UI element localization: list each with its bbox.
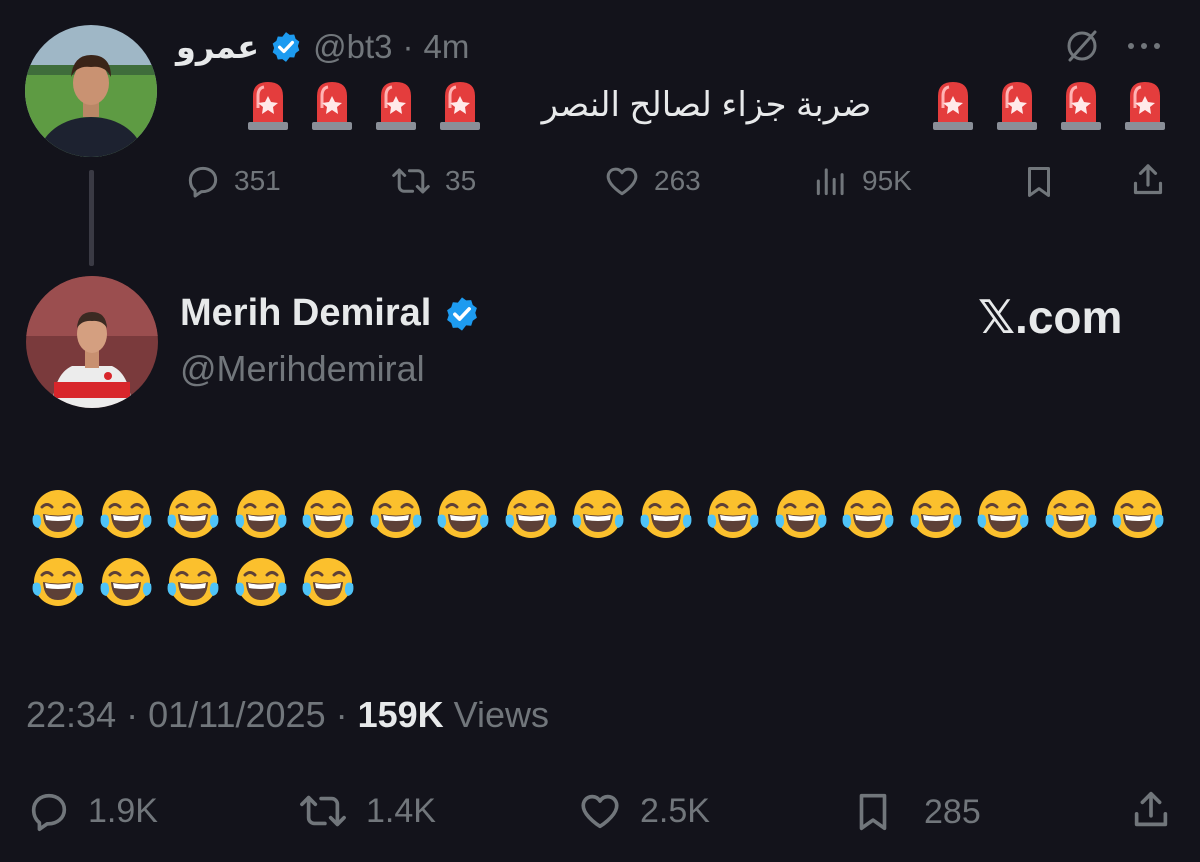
- face-with-tears-of-joy-emoji: [370, 490, 421, 538]
- reply-button[interactable]: 1.9K: [26, 788, 158, 834]
- author-handle[interactable]: @Merihdemiral: [180, 348, 425, 390]
- emoji-row-1: [30, 486, 1166, 542]
- separator-dot: ·: [402, 28, 414, 65]
- rotating-light-emoji: [440, 82, 480, 130]
- rotating-light-emoji: [996, 82, 1037, 130]
- tweet1-text: ضربة جزاء لصالح النصر: [541, 86, 872, 124]
- rotating-light-emoji: [932, 82, 973, 130]
- like-count: 263: [654, 165, 701, 196]
- bookmark-button[interactable]: 285: [850, 788, 981, 836]
- grok-icon[interactable]: [1062, 26, 1102, 66]
- thread-connector-line: [89, 170, 94, 266]
- like-button[interactable]: 2.5K: [576, 788, 710, 834]
- face-with-tears-of-joy-emoji: [910, 490, 961, 538]
- reply-icon: [188, 166, 218, 198]
- heart-icon: [606, 167, 638, 196]
- face-with-tears-of-joy-emoji: [842, 490, 894, 538]
- face-with-tears-of-joy-emoji: [100, 558, 151, 606]
- more-options-icon[interactable]: [1125, 36, 1163, 56]
- share-icon: [1134, 791, 1168, 827]
- like-count: 2.5K: [640, 791, 710, 830]
- analytics-icon: [816, 168, 844, 196]
- face-with-tears-of-joy-emoji: [302, 558, 354, 606]
- rotating-light-emoji: [312, 82, 352, 130]
- x-com-watermark: 𝕏.com: [978, 291, 1123, 343]
- rotating-light-emoji: [376, 82, 416, 130]
- reply-count: 1.9K: [88, 791, 158, 830]
- face-with-tears-of-joy-emoji: [167, 558, 219, 606]
- bookmark-button[interactable]: [1020, 162, 1058, 202]
- face-with-tears-of-joy-emoji: [1045, 490, 1096, 538]
- tweet2-action-bar: 1.9K 1.4K 2.5K 285: [26, 786, 1174, 838]
- post-time[interactable]: 4m: [423, 28, 469, 66]
- face-with-tears-of-joy-emoji: [1112, 490, 1164, 538]
- author-handle[interactable]: @bt3: [313, 28, 392, 66]
- bookmark-count: 285: [924, 792, 981, 831]
- verified-badge-icon: [443, 295, 481, 333]
- face-with-tears-of-joy-emoji: [437, 490, 489, 538]
- heart-icon: [581, 794, 619, 829]
- face-with-tears-of-joy-emoji: [572, 490, 624, 538]
- repost-button[interactable]: 1.4K: [296, 788, 436, 834]
- post-meta-line: 22:34 · 01/11/2025 · 159K Views: [26, 694, 549, 736]
- views-label: Views: [453, 694, 550, 735]
- rotating-light-emoji: [1124, 82, 1165, 130]
- face-with-tears-of-joy-emoji: [100, 490, 151, 538]
- siren-emoji-group-right: [929, 78, 1169, 132]
- share-icon: [1133, 164, 1163, 195]
- emoji-row-2: [30, 554, 356, 610]
- verified-badge-icon: [269, 30, 303, 64]
- share-button[interactable]: [1128, 160, 1168, 200]
- repost-count: 1.4K: [366, 791, 436, 830]
- avatar-merih-demiral[interactable]: [26, 276, 158, 408]
- views-count[interactable]: 159K: [358, 694, 444, 736]
- rotating-light-emoji: [1060, 82, 1101, 130]
- rotating-light-emoji: [248, 82, 288, 130]
- face-with-tears-of-joy-emoji: [302, 490, 354, 538]
- face-with-tears-of-joy-emoji: [640, 490, 691, 538]
- bookmark-icon: [1027, 167, 1051, 197]
- author-name[interactable]: عمرو: [176, 28, 259, 66]
- face-with-tears-of-joy-emoji: [235, 490, 286, 538]
- repost-icon: [392, 168, 430, 194]
- tweet2-author-row: Merih Demiral: [180, 292, 481, 335]
- share-button[interactable]: [1128, 786, 1174, 834]
- post-timestamp[interactable]: 22:34 · 01/11/2025 ·: [26, 694, 348, 736]
- face-with-tears-of-joy-emoji: [707, 490, 759, 538]
- face-with-tears-of-joy-emoji: [505, 490, 556, 538]
- views-button[interactable]: 95K: [812, 162, 912, 200]
- avatar-amr[interactable]: [25, 25, 157, 157]
- repost-icon: [300, 795, 346, 827]
- tweet1-action-bar: 351 35 263 95K: [184, 158, 1169, 204]
- face-with-tears-of-joy-emoji: [32, 558, 84, 606]
- tweet1-text-row: ضربة جزاء لصالح النصر: [244, 74, 1169, 136]
- repost-button[interactable]: 35: [389, 162, 476, 200]
- face-with-tears-of-joy-emoji: [32, 490, 84, 538]
- reply-count: 351: [234, 165, 281, 196]
- author-name[interactable]: Merih Demiral: [180, 292, 431, 335]
- siren-emoji-group-left: [244, 78, 484, 132]
- face-with-tears-of-joy-emoji: [775, 490, 826, 538]
- reply-button[interactable]: 351: [184, 162, 281, 200]
- view-count: 95K: [862, 165, 912, 196]
- bookmark-icon: [859, 793, 887, 831]
- repost-count: 35: [445, 165, 477, 196]
- reply-icon: [31, 793, 67, 832]
- like-button[interactable]: 263: [602, 162, 701, 200]
- face-with-tears-of-joy-emoji: [235, 558, 286, 606]
- tweet1-header: عمرو @bt3 · 4m: [176, 22, 469, 72]
- face-with-tears-of-joy-emoji: [977, 490, 1029, 538]
- face-with-tears-of-joy-emoji: [167, 490, 219, 538]
